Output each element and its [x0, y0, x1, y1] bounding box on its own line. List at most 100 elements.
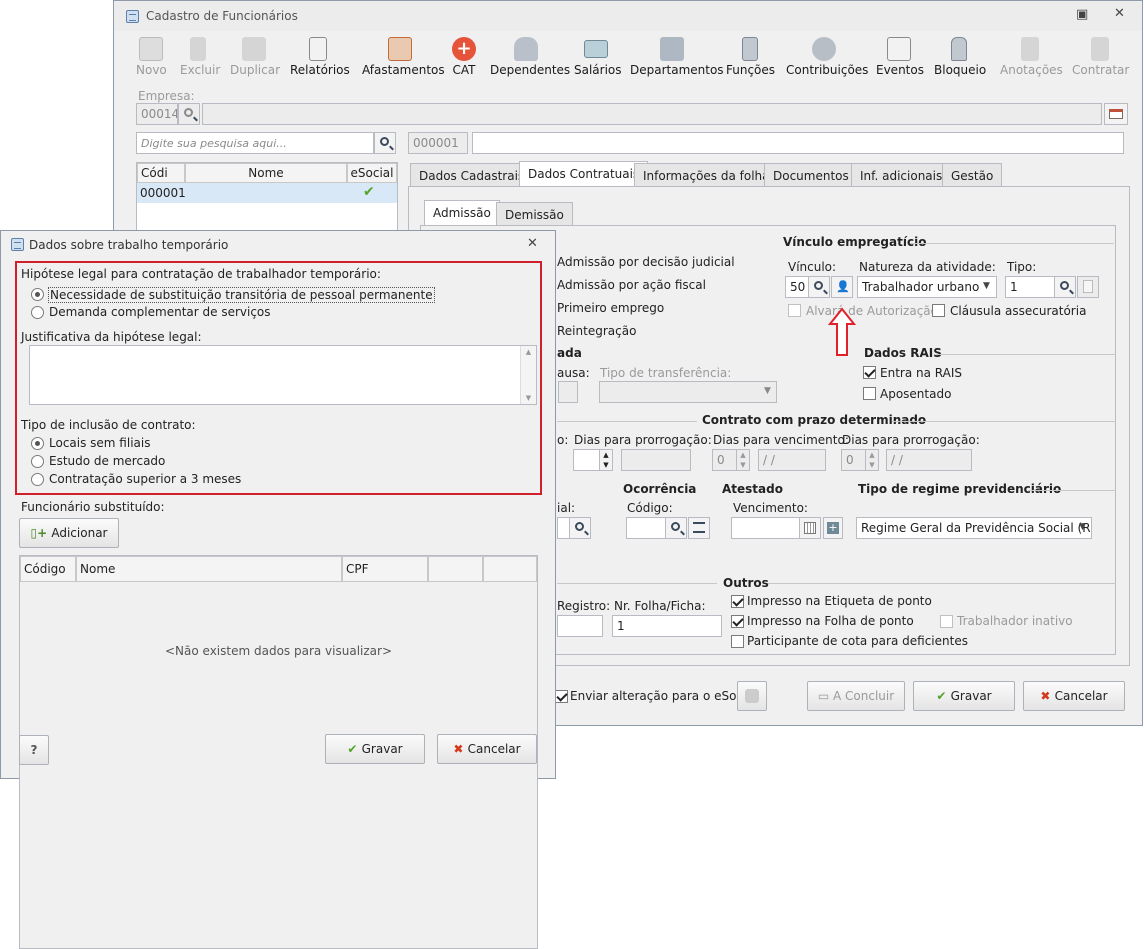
concluir-button[interactable]: ▭ A Concluir	[807, 681, 905, 711]
adicionar-button[interactable]: ▯+ Adicionar	[19, 518, 119, 548]
dialog-cancelar-button[interactable]: ✖ Cancelar	[437, 734, 537, 764]
close-icon[interactable]: ✕	[527, 236, 538, 251]
grid-header-empty-2[interactable]	[483, 556, 537, 582]
entra-rais-checkbox[interactable]	[863, 366, 876, 379]
table-row[interactable]: 000001 ✔	[137, 183, 397, 203]
dias-vencimento-field[interactable]: 0	[712, 449, 738, 471]
dialog-gravar-button[interactable]: ✔ Gravar	[325, 734, 425, 764]
search-input[interactable]: Digite sua pesquisa aqui...	[136, 132, 374, 154]
registro-field[interactable]	[557, 615, 603, 637]
tab-documentos[interactable]: Documentos	[764, 163, 858, 187]
subtab-demissao[interactable]: Demissão	[496, 202, 573, 226]
calendar-button[interactable]	[1104, 103, 1128, 125]
inativo-checkbox[interactable]	[940, 615, 953, 628]
close-icon[interactable]: ✕	[1114, 6, 1125, 21]
admissao-option-2[interactable]: Admissão por ação fiscal	[557, 278, 706, 292]
grid-header-empty-1[interactable]	[428, 556, 483, 582]
employee-name-field[interactable]	[472, 132, 1124, 154]
vinculo-add-button[interactable]: 👤	[831, 276, 853, 298]
hipotese-option-2-radio[interactable]	[31, 306, 44, 319]
tab-informacoes-folha[interactable]: Informações da folha	[634, 163, 779, 187]
duplicar-button[interactable]: Duplicar	[230, 31, 280, 81]
restore-icon[interactable]: ▣	[1076, 7, 1088, 22]
clausula-checkbox[interactable]	[932, 304, 945, 317]
list-header-esocial[interactable]: eSocial	[347, 163, 397, 183]
gravar-button[interactable]: ✔ Gravar	[913, 681, 1015, 711]
hipotese-option-1[interactable]: Necessidade de substituição transitória …	[48, 287, 435, 303]
spinner-button[interactable]: ▲ ▼	[865, 449, 879, 471]
cat-button[interactable]: + CAT	[450, 31, 478, 81]
etiqueta-checkbox[interactable]	[731, 595, 744, 608]
lower-search-button[interactable]	[569, 517, 591, 539]
esocial-send-button[interactable]	[737, 681, 767, 711]
funcoes-button[interactable]: Funções	[726, 31, 775, 81]
hipotese-option-1-radio[interactable]	[31, 288, 44, 301]
list-header-codigo[interactable]: Códi	[137, 163, 185, 183]
tipo-inclusao-option-3[interactable]: Contratação superior a 3 meses	[49, 472, 241, 486]
ocorrencia-search-button[interactable]	[665, 517, 687, 539]
vinculo-field[interactable]: 50	[785, 276, 809, 298]
justificativa-textarea[interactable]: ▲ ▼	[29, 345, 537, 405]
tipo-search-button[interactable]	[1054, 276, 1076, 298]
vencimento-field[interactable]	[731, 517, 801, 539]
tab-dados-contratuais[interactable]: Dados Contratuais	[519, 161, 649, 187]
cancelar-button[interactable]: ✖ Cancelar	[1023, 681, 1125, 711]
tab-inf-adicionais[interactable]: Inf. adicionais	[851, 163, 952, 187]
contratar-button[interactable]: Contratar	[1072, 31, 1129, 81]
tab-dados-cadastrais[interactable]: Dados Cadastrais	[410, 163, 534, 187]
aposentado-checkbox[interactable]	[863, 387, 876, 400]
tipo-inclusao-option-2-radio[interactable]	[31, 455, 44, 468]
dias-prorrogacao-field[interactable]	[573, 449, 601, 471]
departamentos-button[interactable]: Departamentos	[630, 31, 724, 81]
grid-header-nome[interactable]: Nome	[76, 556, 342, 582]
tipo-new-button[interactable]	[1077, 276, 1099, 298]
contribuicoes-button[interactable]: Contribuições	[786, 31, 868, 81]
tipo-inclusao-option-1-radio[interactable]	[31, 437, 44, 450]
vinculo-search-button[interactable]	[808, 276, 830, 298]
folha-field[interactable]: 1	[612, 615, 722, 637]
dias-prorrogacao-field-2[interactable]: 0	[841, 449, 867, 471]
folha-ponto-checkbox[interactable]	[731, 615, 744, 628]
eventos-button[interactable]: Eventos	[876, 31, 924, 81]
novo-button[interactable]: Novo	[136, 31, 167, 81]
vencimento-calendar-button[interactable]	[799, 517, 821, 539]
search-button[interactable]	[374, 132, 396, 154]
help-button[interactable]: ?	[19, 735, 49, 765]
grid-header-cpf[interactable]: CPF	[342, 556, 428, 582]
empresa-search-button[interactable]	[178, 103, 200, 125]
ocorrencia-codigo-field[interactable]	[626, 517, 666, 539]
esocial-checkbox[interactable]	[555, 690, 568, 703]
causa-field[interactable]	[558, 381, 578, 403]
tipo-inclusao-option-3-radio[interactable]	[31, 473, 44, 486]
cota-checkbox[interactable]	[731, 635, 744, 648]
admissao-option-3[interactable]: Primeiro emprego	[557, 301, 664, 315]
spinner-button[interactable]: ▲ ▼	[736, 449, 750, 471]
admissao-option-4[interactable]: Reintegração	[557, 324, 636, 338]
subtab-admissao[interactable]: Admissão	[424, 200, 500, 226]
check-icon: ✔	[363, 184, 375, 200]
scrollbar[interactable]: ▲ ▼	[520, 346, 536, 404]
ocorrencia-list-button[interactable]	[688, 517, 710, 539]
dependentes-button[interactable]: Dependentes	[490, 31, 570, 81]
natureza-select[interactable]: Trabalhador urbano	[857, 276, 997, 298]
bloqueio-button[interactable]: Bloqueio	[934, 31, 986, 81]
relatorios-button[interactable]: Relatórios	[290, 31, 350, 81]
tipo-inclusao-option-1[interactable]: Locais sem filiais	[49, 436, 150, 450]
tipo-inclusao-option-2[interactable]: Estudo de mercado	[49, 454, 165, 468]
vencimento-add-button[interactable]: +	[823, 517, 843, 539]
afastamentos-button[interactable]: Afastamentos	[362, 31, 445, 81]
alvara-checkbox[interactable]	[788, 304, 801, 317]
tipo-transferencia-select[interactable]	[599, 381, 777, 403]
tipo-field[interactable]: 1	[1005, 276, 1055, 298]
spinner-button[interactable]: ▲ ▼	[599, 449, 613, 471]
salarios-button[interactable]: Salários	[574, 31, 622, 81]
regime-select[interactable]: Regime Geral da Previdência Social (RGP	[856, 517, 1092, 539]
list-header-nome[interactable]: Nome	[185, 163, 347, 183]
empresa-code-field[interactable]: 00014	[136, 103, 178, 125]
tab-gestao[interactable]: Gestão	[942, 163, 1003, 187]
anotacoes-button[interactable]: Anotações	[1000, 31, 1063, 81]
hipotese-option-2[interactable]: Demanda complementar de serviços	[49, 305, 271, 319]
excluir-button[interactable]: Excluir	[180, 31, 220, 81]
grid-header-codigo[interactable]: Código	[20, 556, 76, 582]
admissao-option-1[interactable]: Admissão por decisão judicial	[557, 255, 735, 269]
